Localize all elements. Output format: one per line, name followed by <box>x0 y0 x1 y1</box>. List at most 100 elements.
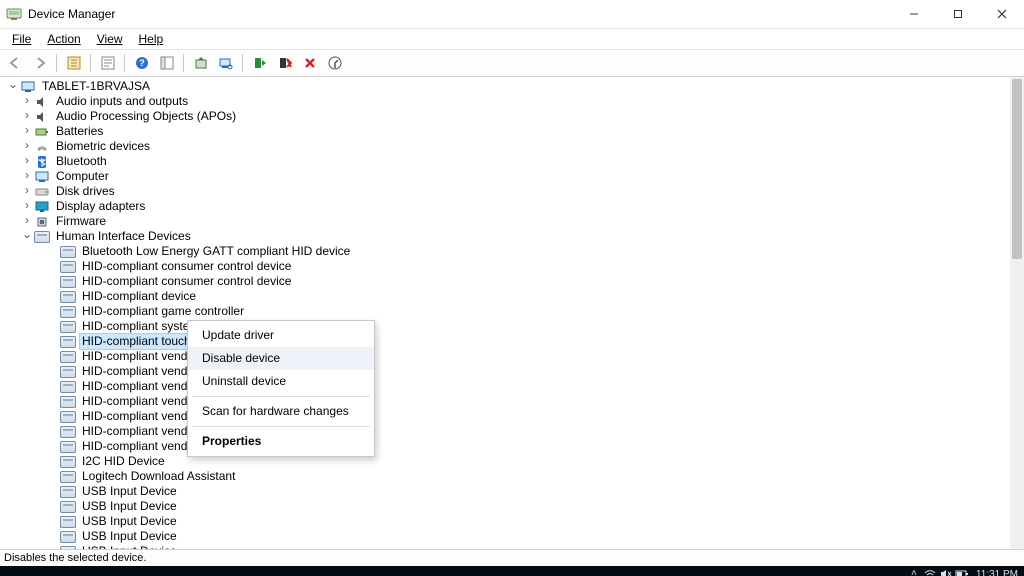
device-item[interactable]: HID-compliant consumer control device <box>2 274 1010 289</box>
category-human-interface-devices[interactable]: Human Interface Devices <box>2 229 1010 244</box>
speaker-icon <box>34 110 50 124</box>
menu-help-label: Help <box>139 32 164 46</box>
device-item[interactable]: HID-compliant vendor-defin <box>2 409 1010 424</box>
show-hide-console-tree-button[interactable] <box>63 52 85 74</box>
device-tree[interactable]: TABLET-1BRVAJSA Audio inputs and outputs… <box>0 77 1010 549</box>
toolbar: ? <box>0 50 1024 77</box>
device-icon <box>60 260 76 274</box>
tree-root[interactable]: TABLET-1BRVAJSA <box>2 79 1010 94</box>
device-item[interactable]: HID-compliant vendor-defin <box>2 424 1010 439</box>
display-icon <box>34 200 50 214</box>
category-bluetooth[interactable]: Bluetooth <box>2 154 1010 169</box>
statusbar: Disables the selected device. <box>0 549 1024 566</box>
device-item[interactable]: Logitech Download Assistant <box>2 469 1010 484</box>
toolbar-separator <box>242 54 244 72</box>
menu-view[interactable]: View <box>89 30 131 48</box>
minimize-button[interactable] <box>892 0 936 28</box>
device-item[interactable]: HID-compliant consumer control device <box>2 259 1010 274</box>
device-item[interactable]: HID-compliant vendor-defin <box>2 364 1010 379</box>
ctx-scan-hardware[interactable]: Scan for hardware changes <box>188 400 374 423</box>
ctx-item-label: Uninstall device <box>202 374 286 388</box>
device-icon <box>60 440 76 454</box>
status-text: Disables the selected device. <box>4 552 146 564</box>
update-driver-button[interactable] <box>190 52 212 74</box>
titlebar: Device Manager <box>0 0 1024 29</box>
context-menu: Update driver Disable device Uninstall d… <box>187 320 375 457</box>
device-icon <box>60 455 76 469</box>
ctx-uninstall-device[interactable]: Uninstall device <box>188 370 374 393</box>
device-item[interactable]: HID-compliant system controller <box>2 319 1010 334</box>
device-item-selected[interactable]: HID-compliant touch screen <box>2 334 1010 349</box>
taskbar-clock[interactable]: 11:31 PM <box>976 569 1018 576</box>
battery-icon[interactable] <box>954 569 970 576</box>
category-display-adapters[interactable]: Display adapters <box>2 199 1010 214</box>
scrollbar-thumb[interactable] <box>1012 79 1022 259</box>
tray-chevron-up-icon[interactable]: ˄ <box>906 568 922 576</box>
menu-action[interactable]: Action <box>39 30 88 48</box>
ctx-update-driver[interactable]: Update driver <box>188 324 374 347</box>
properties-button[interactable] <box>97 52 119 74</box>
menu-file[interactable]: File <box>4 30 39 48</box>
device-item[interactable]: USB Input Device <box>2 484 1010 499</box>
device-item[interactable]: USB Input Device <box>2 544 1010 549</box>
chevron-down-icon[interactable] <box>6 79 20 95</box>
device-icon <box>60 485 76 499</box>
device-label: Logitech Download Assistant <box>80 469 237 484</box>
category-label: Audio Processing Objects (APOs) <box>54 109 238 124</box>
menubar: File Action View Help <box>0 29 1024 50</box>
wifi-icon[interactable] <box>922 569 938 576</box>
device-item[interactable]: HID-compliant vendor-defin <box>2 394 1010 409</box>
category-batteries[interactable]: Batteries <box>2 124 1010 139</box>
computer-icon <box>34 170 50 184</box>
volume-mute-icon[interactable] <box>938 569 954 576</box>
device-item[interactable]: HID-compliant vendor-defin <box>2 439 1010 454</box>
device-item[interactable]: Bluetooth Low Energy GATT compliant HID … <box>2 244 1010 259</box>
device-item[interactable]: I2C HID Device <box>2 454 1010 469</box>
close-button[interactable] <box>980 0 1024 28</box>
menu-view-label: View <box>97 32 123 46</box>
disable-device-button[interactable] <box>274 52 296 74</box>
menu-help[interactable]: Help <box>131 30 172 48</box>
device-item[interactable]: USB Input Device <box>2 529 1010 544</box>
scan-hardware-button[interactable] <box>215 52 237 74</box>
device-label: HID-compliant device <box>80 289 198 304</box>
device-icon <box>60 425 76 439</box>
device-item[interactable]: USB Input Device <box>2 499 1010 514</box>
ctx-item-label: Disable device <box>202 351 280 365</box>
category-label: Disk drives <box>54 184 117 199</box>
device-icon <box>60 410 76 424</box>
device-icon <box>60 290 76 304</box>
category-label: Audio inputs and outputs <box>54 94 190 109</box>
category-firmware[interactable]: Firmware <box>2 214 1010 229</box>
chevron-down-icon[interactable] <box>20 229 34 245</box>
device-icon <box>60 245 76 259</box>
device-item[interactable]: HID-compliant vendor-defin <box>2 349 1010 364</box>
device-icon <box>60 275 76 289</box>
uninstall-device-button[interactable] <box>299 52 321 74</box>
enable-device-button[interactable] <box>249 52 271 74</box>
help-button[interactable]: ? <box>131 52 153 74</box>
toolbar-separator <box>183 54 185 72</box>
computer-icon <box>20 80 36 94</box>
ctx-item-label: Update driver <box>202 328 274 342</box>
device-item[interactable]: HID-compliant vendor-defin <box>2 379 1010 394</box>
action-panel-button[interactable] <box>156 52 178 74</box>
category-biometric-devices[interactable]: Biometric devices <box>2 139 1010 154</box>
taskbar: ˄ 11:31 PM <box>0 566 1024 576</box>
category-audio-processing-objects[interactable]: Audio Processing Objects (APOs) <box>2 109 1010 124</box>
ctx-properties[interactable]: Properties <box>188 430 374 453</box>
ctx-disable-device[interactable]: Disable device <box>188 347 374 370</box>
battery-icon <box>34 125 50 139</box>
vertical-scrollbar[interactable] <box>1010 77 1024 549</box>
category-disk-drives[interactable]: Disk drives <box>2 184 1010 199</box>
category-label: Biometric devices <box>54 139 152 154</box>
device-icon <box>60 530 76 544</box>
device-item[interactable]: HID-compliant game controller <box>2 304 1010 319</box>
add-legacy-hardware-button[interactable] <box>324 52 346 74</box>
category-label: Computer <box>54 169 111 184</box>
category-audio-inputs-outputs[interactable]: Audio inputs and outputs <box>2 94 1010 109</box>
category-computer[interactable]: Computer <box>2 169 1010 184</box>
device-item[interactable]: HID-compliant device <box>2 289 1010 304</box>
maximize-button[interactable] <box>936 0 980 28</box>
device-item[interactable]: USB Input Device <box>2 514 1010 529</box>
